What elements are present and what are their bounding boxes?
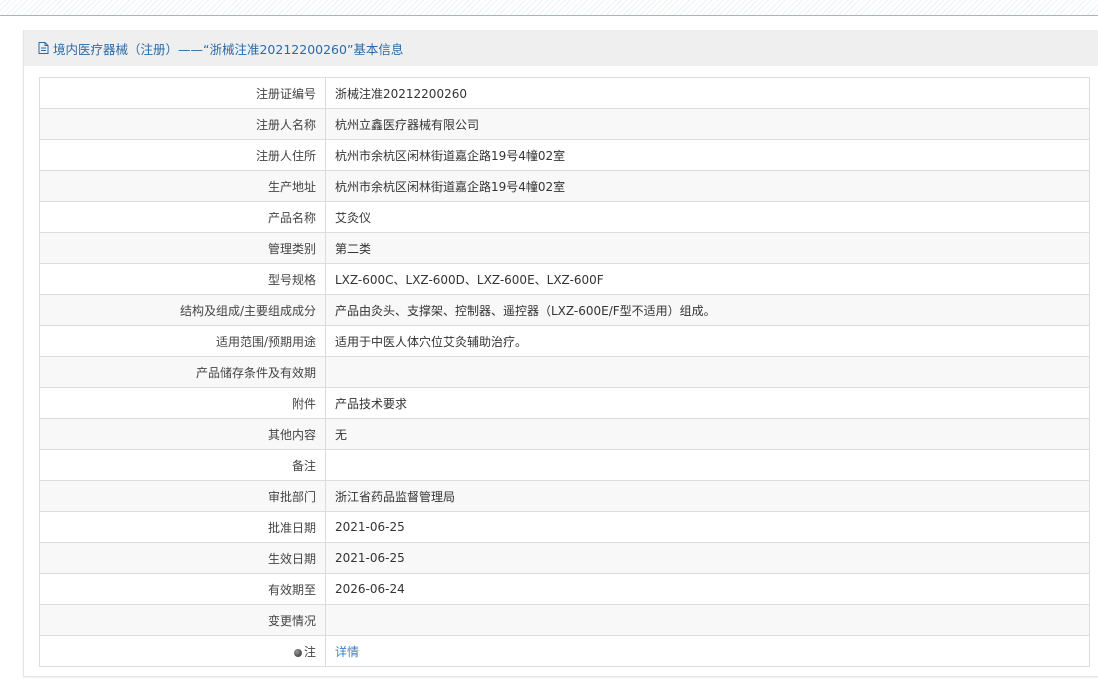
table-row: 审批部门 浙江省药品监督管理局 (39, 480, 1090, 512)
field-value: LXZ-600C、LXZ-600D、LXZ-600E、LXZ-600F (325, 263, 1090, 295)
field-label: 审批部门 (39, 480, 326, 512)
field-value (325, 604, 1090, 636)
field-value: 艾灸仪 (325, 201, 1090, 233)
table-row: 产品储存条件及有效期 (39, 356, 1090, 388)
field-value: 产品由灸头、支撑架、控制器、遥控器（LXZ-600E/F型不适用）组成。 (325, 294, 1090, 326)
field-label: 生产地址 (39, 170, 326, 202)
table-row-note: 注 详情 (39, 635, 1090, 667)
table-row: 备注 (39, 449, 1090, 481)
field-label: 备注 (39, 449, 326, 481)
field-value (325, 356, 1090, 388)
field-value: 产品技术要求 (325, 387, 1090, 419)
field-value: 浙械注准20212200260 (325, 77, 1090, 109)
field-label: 注册人住所 (39, 139, 326, 171)
field-label: 注册人名称 (39, 108, 326, 140)
field-value: 杭州市余杭区闲林街道嘉企路19号4幢02室 (325, 139, 1090, 171)
field-value: 2021-06-25 (325, 511, 1090, 543)
table-row: 适用范围/预期用途 适用于中医人体穴位艾灸辅助治疗。 (39, 325, 1090, 357)
table-row: 有效期至 2026-06-24 (39, 573, 1090, 605)
field-value (325, 449, 1090, 481)
table-row: 附件 产品技术要求 (39, 387, 1090, 419)
field-label: 变更情况 (39, 604, 326, 636)
table-row: 生产地址 杭州市余杭区闲林街道嘉企路19号4幢02室 (39, 170, 1090, 202)
panel-header: 境内医疗器械（注册）——“浙械注准20212200260”基本信息 (24, 30, 1098, 66)
table-row: 型号规格 LXZ-600C、LXZ-600D、LXZ-600E、LXZ-600F (39, 263, 1090, 295)
field-label: 其他内容 (39, 418, 326, 450)
top-decorative-strip (0, 0, 1098, 16)
field-label: 产品名称 (39, 201, 326, 233)
panel-title: 境内医疗器械（注册）——“浙械注准20212200260”基本信息 (53, 41, 404, 57)
field-label: 有效期至 (39, 573, 326, 605)
note-bullet-icon (293, 648, 302, 657)
table-row: 其他内容无 (39, 418, 1090, 450)
basic-info-panel: 境内医疗器械（注册）——“浙械注准20212200260”基本信息 注册证编号浙… (23, 30, 1098, 677)
field-label: 注册证编号 (39, 77, 326, 109)
field-value: 适用于中医人体穴位艾灸辅助治疗。 (325, 325, 1090, 357)
field-value: 杭州市余杭区闲林街道嘉企路19号4幢02室 (325, 170, 1090, 202)
field-value: 2026-06-24 (325, 573, 1090, 605)
table-row: 批准日期 2021-06-25 (39, 511, 1090, 543)
table-row: 注册证编号 浙械注准20212200260 (39, 77, 1090, 109)
field-label: 生效日期 (39, 542, 326, 574)
table-row: 变更情况 (39, 604, 1090, 636)
field-label: 结构及组成/主要组成成分 (39, 294, 326, 326)
details-link[interactable]: 详情 (335, 645, 359, 659)
note-label: 注 (303, 644, 316, 659)
field-value: 浙江省药品监督管理局 (325, 480, 1090, 512)
table-row: 管理类别 第二类 (39, 232, 1090, 264)
table-row: 注册人住所 杭州市余杭区闲林街道嘉企路19号4幢02室 (39, 139, 1090, 171)
note-label-cell: 注 (39, 635, 326, 667)
field-value: 2021-06-25 (325, 542, 1090, 574)
field-value: 无 (325, 418, 1090, 450)
table-row: 注册人名称 杭州立鑫医疗器械有限公司 (39, 108, 1090, 140)
field-value: 杭州立鑫医疗器械有限公司 (325, 108, 1090, 140)
field-label: 管理类别 (39, 232, 326, 264)
field-label: 适用范围/预期用途 (39, 325, 326, 357)
table-row: 结构及组成/主要组成成分 产品由灸头、支撑架、控制器、遥控器（LXZ-600E/F… (39, 294, 1090, 326)
field-label: 产品储存条件及有效期 (39, 356, 326, 388)
field-label: 批准日期 (39, 511, 326, 543)
document-icon (38, 42, 49, 54)
field-label: 附件 (39, 387, 326, 419)
field-label: 型号规格 (39, 263, 326, 295)
table-row: 产品名称 艾灸仪 (39, 201, 1090, 233)
info-table: 注册证编号 浙械注准20212200260 注册人名称 杭州立鑫医疗器械有限公司 注册人… (39, 77, 1090, 667)
note-value-cell: 详情 (325, 635, 1090, 667)
table-row: 生效日期 2021-06-25 (39, 542, 1090, 574)
field-value: 第二类 (325, 232, 1090, 264)
